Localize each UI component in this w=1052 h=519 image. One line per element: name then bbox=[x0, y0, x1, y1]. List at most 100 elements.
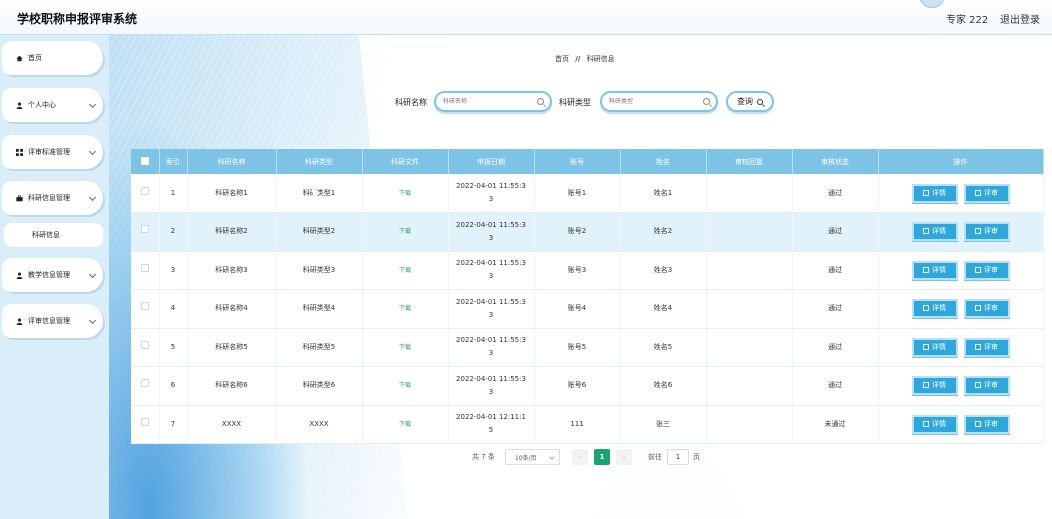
search-name-box[interactable] bbox=[434, 91, 552, 112]
index-cell: 4 bbox=[159, 289, 188, 329]
research-file-cell: 下载 bbox=[362, 366, 449, 406]
row-checkbox[interactable] bbox=[140, 186, 149, 195]
sidebar-item-personal-center[interactable]: 个人中心 bbox=[2, 88, 103, 122]
review-status-cell: 通过 bbox=[792, 251, 879, 290]
user-name: 专家 222 bbox=[946, 15, 989, 26]
table-row[interactable]: 4 科研名称4 科研类型4 下载 2022-04-01 11:55:3 3 账号4 姓名4 通过… bbox=[131, 289, 1044, 329]
apply-date-cell: 2022-04-01 11:55:3 3 bbox=[448, 289, 535, 329]
app-title: 学校职称申报评审系统 bbox=[17, 12, 138, 26]
research-type-cell: 科研类型3 bbox=[276, 251, 363, 290]
row-checkbox[interactable] bbox=[140, 302, 149, 311]
review-button[interactable]: 评审 bbox=[963, 299, 1010, 319]
review-reply-cell bbox=[706, 328, 793, 367]
detail-label: 详情 bbox=[932, 381, 946, 390]
review-button[interactable]: 评审 bbox=[963, 376, 1010, 396]
detail-button[interactable]: 详情 bbox=[911, 414, 958, 434]
page-size-select[interactable]: 10条/页 bbox=[505, 449, 560, 465]
review-label: 评审 bbox=[984, 188, 998, 197]
download-link[interactable]: 下载 bbox=[399, 344, 411, 351]
download-link[interactable]: 下载 bbox=[399, 190, 411, 197]
review-reply-cell bbox=[706, 212, 793, 252]
table-row[interactable]: 7 XXXX XXXX 下载 2022-04-01 12:11:1 5 111 张三 未通过 详情… bbox=[131, 405, 1044, 444]
column-header: 姓名 bbox=[620, 149, 707, 174]
review-reply-cell bbox=[706, 174, 793, 213]
review-label: 评审 bbox=[984, 381, 998, 390]
detail-button[interactable]: 详情 bbox=[911, 222, 958, 242]
review-button[interactable]: 评审 bbox=[963, 260, 1010, 280]
date-line: 3 bbox=[488, 195, 494, 203]
row-checkbox[interactable] bbox=[140, 340, 149, 349]
date-line: 2022-04-01 12:11:1 bbox=[456, 413, 526, 422]
review-status-cell: 未通过 bbox=[792, 405, 879, 444]
search-icon bbox=[757, 98, 763, 105]
sidebar-item-label: 首页 bbox=[28, 54, 42, 62]
date-line: 3 bbox=[488, 310, 494, 319]
detail-icon bbox=[923, 228, 929, 235]
table-row[interactable]: 5 科研名称5 科研类型5 下载 2022-04-01 11:55:3 3 账号5 姓名5 通过… bbox=[131, 328, 1044, 367]
breadcrumb-home[interactable]: 首页 bbox=[555, 55, 569, 63]
query-button-label: 查询 bbox=[737, 97, 753, 106]
detail-button[interactable]: 详情 bbox=[911, 260, 958, 280]
table-row[interactable]: 2 科研名称2 科研类型2 下载 2022-04-01 11:55:3 3 账号2 姓名2 通过… bbox=[131, 212, 1044, 252]
research-file-cell: 下载 bbox=[362, 289, 449, 329]
avatar[interactable] bbox=[919, 0, 945, 8]
search-type-input[interactable] bbox=[609, 98, 701, 105]
query-button[interactable]: 查询 bbox=[726, 91, 774, 112]
apply-date-cell: 2022-04-01 11:55:3 3 bbox=[448, 174, 535, 213]
row-select-cell[interactable] bbox=[131, 212, 160, 252]
row-checkbox[interactable] bbox=[140, 225, 149, 234]
detail-button[interactable]: 详情 bbox=[911, 337, 958, 357]
review-button[interactable]: 评审 bbox=[963, 222, 1010, 242]
logout-button[interactable]: 退出登录 bbox=[1000, 11, 1040, 26]
row-select-cell[interactable] bbox=[131, 328, 160, 367]
sidebar-item-teaching-management[interactable]: 教学信息管理 bbox=[2, 258, 103, 292]
date-line: 5 bbox=[488, 426, 494, 435]
detail-button[interactable]: 详情 bbox=[911, 299, 958, 319]
row-select-cell[interactable] bbox=[131, 174, 160, 213]
review-button[interactable]: 评审 bbox=[963, 414, 1010, 434]
row-checkbox[interactable] bbox=[140, 417, 149, 426]
table-row[interactable]: 3 科研名称3 科研类型3 下载 2022-04-01 11:55:3 3 账号3 姓名3 通过… bbox=[131, 251, 1044, 290]
sidebar-item-standard-management[interactable]: 评审标准管理 bbox=[2, 135, 103, 169]
row-select-cell[interactable] bbox=[131, 405, 160, 444]
detail-button[interactable]: 详情 bbox=[911, 183, 958, 203]
sidebar-item-research-management[interactable]: 科研信息管理 bbox=[2, 181, 103, 215]
chevron-down-icon bbox=[549, 454, 555, 460]
download-link[interactable]: 下载 bbox=[399, 228, 411, 235]
goto-page-input[interactable]: 1 bbox=[667, 449, 689, 465]
download-link[interactable]: 下载 bbox=[399, 305, 411, 312]
index-cell: 5 bbox=[159, 328, 188, 367]
table-row[interactable]: 1 科研名称1 科研类型1 下载 2022-04-01 11:55:3 3 账号1 姓名1 通过… bbox=[131, 174, 1044, 213]
search-name-label: 科研名称 bbox=[395, 98, 427, 107]
row-select-cell[interactable] bbox=[131, 251, 160, 290]
detail-button[interactable]: 详情 bbox=[911, 376, 958, 396]
sidebar-subitem-research-info[interactable]: 科研信息 bbox=[4, 223, 103, 247]
search-type-box[interactable] bbox=[600, 91, 718, 112]
row-select-cell[interactable] bbox=[131, 289, 160, 329]
row-checkbox[interactable] bbox=[140, 263, 149, 272]
prev-page-button[interactable]: ‹ bbox=[572, 449, 588, 465]
download-link[interactable]: 下载 bbox=[399, 421, 411, 428]
review-button[interactable]: 评审 bbox=[963, 337, 1010, 357]
search-name-input[interactable] bbox=[443, 98, 535, 105]
review-button[interactable]: 评审 bbox=[963, 183, 1010, 203]
sidebar-item-review-management[interactable]: 评审信息管理 bbox=[2, 304, 103, 338]
home-icon bbox=[16, 55, 23, 61]
main-content: 首页 // 科研信息 科研名称 科研类型 查询 索引 科研名称 科研类型 科研文… bbox=[109, 35, 1052, 519]
select-all-checkbox[interactable] bbox=[140, 156, 149, 165]
account-cell: 111 bbox=[534, 405, 621, 444]
search-type-label: 科研类型 bbox=[559, 98, 591, 107]
detail-icon bbox=[923, 266, 929, 273]
next-page-button[interactable]: › bbox=[616, 449, 632, 465]
detail-icon bbox=[923, 343, 929, 350]
row-select-cell[interactable] bbox=[131, 366, 160, 406]
account-cell: 账号2 bbox=[534, 212, 621, 252]
sidebar-item-home[interactable]: 首页 bbox=[2, 41, 103, 75]
download-link[interactable]: 下载 bbox=[399, 267, 411, 274]
page-number-button[interactable]: 1 bbox=[594, 449, 610, 465]
review-label: 评审 bbox=[984, 227, 998, 236]
row-checkbox[interactable] bbox=[140, 379, 149, 388]
table-row[interactable]: 6 科研名称6 科研类型6 下载 2022-04-01 11:55:3 3 账号6 姓名6 通过… bbox=[131, 366, 1044, 406]
download-link[interactable]: 下载 bbox=[399, 382, 411, 389]
select-all-cell[interactable] bbox=[131, 149, 160, 174]
